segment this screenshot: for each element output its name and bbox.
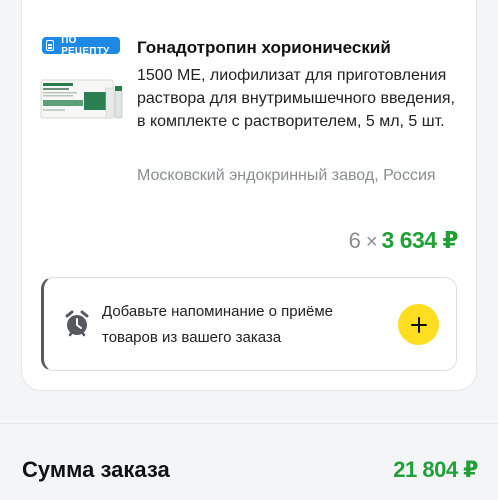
prescription-badge-label: ПО РЕЦЕПТУ xyxy=(61,34,110,57)
alarm-clock-icon xyxy=(65,310,89,337)
add-reminder-button[interactable] xyxy=(398,304,439,345)
product-name[interactable]: Гонадотропин хорионический xyxy=(137,38,391,58)
order-sum-label: Сумма заказа xyxy=(22,457,170,482)
section-divider xyxy=(0,423,498,424)
item-price: 3 634 ₽ xyxy=(381,227,459,253)
multiply-sign: × xyxy=(365,231,378,253)
order-sum-total: 21 804 ₽ xyxy=(393,457,478,482)
plus-icon xyxy=(410,316,427,333)
product-image[interactable] xyxy=(40,76,128,122)
item-quantity: 6 xyxy=(348,228,361,253)
price-row: 6 × 3 634 ₽ xyxy=(348,227,459,254)
product-manufacturer: Московский эндокринный завод, Россия xyxy=(137,167,436,184)
reminder-banner: Добавьте напоминание о приёме товаров из… xyxy=(41,277,457,371)
prescription-badge: ПО РЕЦЕПТУ xyxy=(42,34,120,57)
prescription-document-icon xyxy=(46,40,55,51)
product-description: 1500 МЕ, лиофилизат для приготовления ра… xyxy=(137,67,455,130)
reminder-text: Добавьте напоминание о приёме товаров из… xyxy=(102,303,334,346)
